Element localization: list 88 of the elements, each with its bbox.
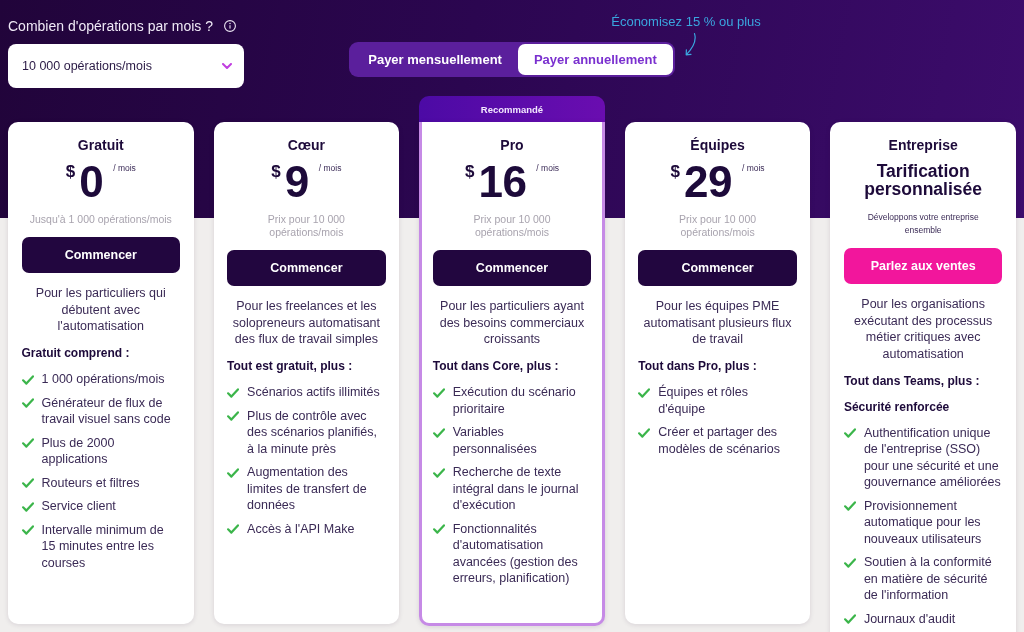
feature-text: Fonctionnalités d'automatisation avancées (gestion des erreurs, planification) [452, 520, 579, 587]
chevron-down-icon [222, 63, 232, 69]
cta-button[interactable]: Commencer [638, 250, 797, 286]
check-icon [21, 525, 34, 535]
custom-price: Tarification personnalisée [863, 162, 983, 198]
features-heading: Tout est gratuit, plus : [227, 358, 354, 374]
feature-text: Journaux d'audit [863, 610, 956, 627]
feature-text: Générateur de flux de travail visuel sans code [41, 394, 172, 428]
billing-option[interactable]: Payer annuellement [517, 44, 673, 75]
price-amount: 0 [79, 160, 104, 204]
feature-text: Variables personnalisées [452, 424, 538, 457]
feature-text: Scénarios actifs illimités [247, 384, 380, 401]
price-amount: 9 [284, 160, 309, 204]
features-subheading: Sécurité renforcée [843, 398, 951, 415]
features-heading: Tout dans Teams, plus : [843, 372, 981, 389]
feature-text: Accès à l'API Make [247, 520, 355, 537]
plan-description: Pour les freelances et les solopreneurs automatisant des flux de travail simples [231, 298, 382, 348]
recommended-banner: Recommandé [419, 96, 605, 122]
check-icon [21, 438, 34, 448]
cta-button[interactable]: Commencer [227, 250, 386, 286]
check-icon [227, 524, 240, 534]
feature-text: Routeurs et filtres [41, 474, 140, 491]
cta-button[interactable]: Commencer [21, 237, 181, 273]
operations-dropdown[interactable]: 10 000 opérations/mois [8, 44, 244, 88]
operations-question: Combien d'opérations par mois ? [8, 17, 213, 35]
check-icon [638, 427, 651, 438]
currency-symbol: $ [271, 163, 281, 180]
check-icon [843, 614, 856, 624]
price-amount: 16 [478, 160, 527, 204]
feature-text: Intervalle minimum de 15 minutes entre les courses [41, 521, 165, 571]
check-icon [638, 387, 651, 398]
price-note: Développons votre entreprise ensemble [866, 211, 980, 237]
price-note: Jusqu'à 1 000 opérations/mois [29, 213, 172, 226]
plan-name: Cœur [286, 136, 327, 154]
currency-symbol: $ [670, 163, 680, 180]
check-icon [432, 524, 445, 534]
price-period: / mois [113, 163, 136, 173]
price-note: Prix pour 10 000 opérations/mois [678, 213, 758, 239]
feature-text: Plus de 2000 applications [41, 434, 116, 468]
check-icon [843, 501, 856, 511]
price-note: Prix pour 10 000 opérations/mois [472, 213, 552, 239]
plan-name: Entreprise [887, 136, 959, 154]
check-icon [227, 387, 240, 398]
feature-text: Créer et partager des modèles de scénarios [658, 424, 781, 457]
check-icon [227, 411, 240, 421]
check-icon [432, 427, 445, 438]
feature-text: Augmentation des limites de transfert de données [247, 464, 368, 514]
feature-text: Exécution du scénario prioritaire [452, 384, 577, 417]
check-icon [432, 467, 445, 478]
currency-symbol: $ [464, 163, 475, 180]
check-icon [843, 428, 856, 438]
check-icon [21, 501, 34, 512]
price-period: / mois [536, 163, 560, 173]
feature-text: Recherche de texte intégral dans le journal d'exécution [452, 464, 580, 514]
check-icon [432, 387, 445, 398]
price-note: Prix pour 10 000 opérations/mois [266, 213, 346, 239]
feature-text: Plus de contrôle avec des scénarios planifiés, à la minute près [247, 407, 379, 457]
check-icon [227, 467, 240, 478]
feature-text: Provisionnement automatique pour les nouveaux utilisateurs [863, 497, 983, 547]
price-period: / mois [741, 163, 765, 173]
plan-description: Pour les équipes PME automatisant plusieurs flux de travail [642, 298, 793, 348]
currency-symbol: $ [65, 163, 76, 180]
plan-description: Pour les particuliers qui débutent avec l'automatisation [34, 285, 167, 335]
cta-button[interactable]: Commencer [432, 250, 592, 286]
features-heading: Tout dans Core, plus : [432, 358, 560, 374]
check-icon [21, 398, 34, 408]
feature-text: Authentification unique de l'entreprise (SSO) pour une sécurité et une gouvernance améliorées [863, 424, 1002, 491]
price-period: / mois [318, 163, 342, 173]
plan-name: Équipes [689, 136, 746, 154]
feature-text: Équipes et rôles d'équipe [658, 384, 749, 417]
plan-description: Pour les organisations exécutant des processus métier critiques avec automatisation [853, 296, 994, 362]
features-heading: Tout dans Pro, plus : [638, 358, 758, 374]
plan-name: Gratuit [76, 136, 125, 154]
feature-text: Service client [41, 498, 116, 515]
billing-option[interactable]: Payer mensuellement [352, 44, 518, 75]
plan-description: Pour les particuliers ayant des besoins commerciaux croissants [438, 298, 586, 348]
plan-name: Pro [499, 136, 525, 154]
feature-text: 1 000 opérations/mois [41, 371, 165, 388]
savings-note: Économisez 15 % ou plus [611, 13, 761, 31]
curved-arrow-icon [685, 33, 698, 56]
check-icon [21, 374, 34, 385]
feature-text: Soutien à la conformité en matière de sécurité de l'information [863, 554, 993, 604]
check-icon [843, 557, 856, 568]
check-icon [21, 478, 34, 488]
features-heading: Gratuit comprend : [21, 345, 131, 361]
cta-button[interactable]: Parlez aux ventes [843, 248, 1003, 284]
price-amount: 29 [684, 160, 732, 204]
info-icon[interactable] [224, 20, 236, 32]
